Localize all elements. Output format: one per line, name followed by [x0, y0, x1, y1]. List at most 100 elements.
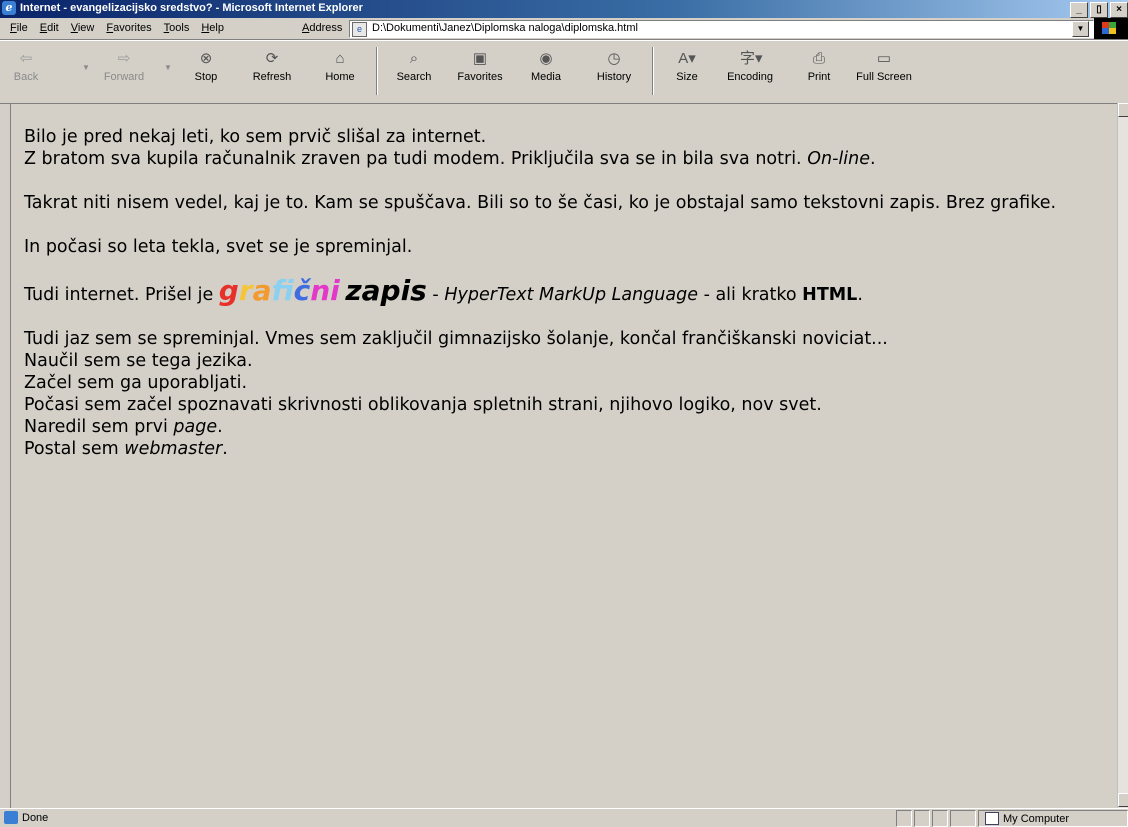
window-controls: _ ▯ ×	[1070, 2, 1128, 18]
favorites-button[interactable]: ▣ Favorites	[454, 49, 506, 83]
history-label: History	[596, 71, 632, 83]
paragraph-1: Bilo je pred nekaj leti, ko sem prvič sl…	[24, 127, 876, 169]
home-button[interactable]: ⌂ Home	[320, 49, 360, 83]
close-button[interactable]: ×	[1110, 2, 1128, 18]
print-button[interactable]: ⎙ Print	[804, 49, 834, 83]
minimize-button[interactable]: _	[1070, 2, 1088, 18]
stop-icon: ⊗	[199, 50, 213, 67]
graficni-letter: g	[218, 274, 239, 307]
html-strong: HTML	[802, 285, 858, 305]
text-segment: Tudi internet. Prišel je	[24, 285, 214, 305]
graficni-letter: r	[238, 274, 253, 307]
text-size-icon: A▾	[678, 50, 696, 67]
scroll-up-arrow-icon[interactable]	[1118, 103, 1128, 117]
media-label: Media	[531, 71, 561, 83]
page-icon: e	[352, 22, 367, 37]
graficni-letter: f	[271, 274, 294, 307]
fullscreen-icon: ▭	[876, 50, 892, 67]
graficni-letter: n	[310, 274, 331, 307]
toolbar-separator	[376, 47, 378, 95]
home-icon: ⌂	[335, 50, 345, 67]
graficni-word: grafični	[219, 274, 340, 307]
hypertext-emphasis: HyperText MarkUp Language	[444, 285, 698, 305]
graficni-letter: č	[293, 274, 311, 307]
stop-button[interactable]: ⊗ Stop	[188, 49, 224, 83]
print-icon: ⎙	[812, 50, 825, 67]
home-label: Home	[325, 71, 355, 83]
webmaster-emphasis: webmaster	[124, 439, 223, 459]
page-emphasis: page	[173, 417, 218, 437]
size-label: Size	[676, 71, 698, 83]
favorites-label: Favorites	[457, 71, 503, 83]
encoding-button[interactable]: 字▾ Encoding	[722, 49, 778, 83]
toolbar-separator	[652, 47, 654, 95]
menu-edit[interactable]: Edit	[34, 22, 65, 34]
status-pane	[950, 810, 976, 827]
page-content[interactable]: Bilo je pred nekaj leti, ko sem prvič sl…	[10, 103, 1118, 809]
history-icon: ◷	[607, 50, 621, 67]
text-line: Tudi jaz sem se spreminjal. Vmes sem zak…	[24, 329, 888, 349]
address-dropdown-button[interactable]: ▼	[1072, 21, 1089, 37]
paragraph-3: In počasi so leta tekla, svet se je spre…	[24, 237, 413, 257]
paragraph-5: Tudi jaz sem se spreminjal. Vmes sem zak…	[24, 329, 888, 459]
online-emphasis: On-line	[807, 149, 870, 169]
back-dropdown-icon[interactable]: ▼	[82, 63, 90, 72]
zapis-word: zapis	[345, 274, 427, 307]
title-bar[interactable]: e Internet - evangelizacijsko sredstvo? …	[0, 0, 1128, 18]
menu-help[interactable]: Help	[195, 22, 230, 34]
window-title: Internet - evangelizacijsko sredstvo? - …	[20, 2, 363, 14]
maximize-button[interactable]: ▯	[1090, 2, 1108, 18]
favorites-icon: ▣	[472, 50, 488, 67]
windows-logo-icon	[1094, 18, 1128, 39]
forward-label: Forward	[103, 71, 145, 83]
my-computer-icon	[985, 812, 999, 825]
forward-button[interactable]: ⇨ Forward	[98, 49, 150, 83]
media-button[interactable]: ◉ Media	[528, 49, 564, 83]
back-arrow-icon: ⇦	[19, 50, 33, 67]
graficni-letter: i	[330, 274, 340, 307]
status-text: Done	[22, 812, 49, 824]
print-label: Print	[807, 71, 831, 83]
address-field[interactable]: e D:\Dokumenti\Janez\Diplomska naloga\di…	[349, 20, 1094, 38]
refresh-label: Refresh	[252, 71, 292, 83]
article-text: Bilo je pred nekaj leti, ko sem prvič sl…	[24, 126, 1114, 482]
back-label: Back	[13, 71, 39, 83]
menu-favorites[interactable]: Favorites	[100, 22, 157, 34]
back-button[interactable]: ⇦ Back	[6, 49, 46, 83]
text-segment: - ali kratko	[703, 285, 797, 305]
size-button[interactable]: A▾ Size	[670, 49, 704, 83]
stop-label: Stop	[194, 71, 218, 83]
vertical-scrollbar[interactable]	[1117, 103, 1128, 808]
forward-dropdown-icon[interactable]: ▼	[164, 63, 172, 72]
status-bar: Done My Computer	[0, 808, 1128, 827]
security-zone[interactable]: My Computer	[978, 810, 1128, 827]
text-line: Naučil sem se tega jezika.	[24, 351, 253, 371]
search-icon: ⌕	[409, 50, 419, 67]
menu-view[interactable]: View	[65, 22, 101, 34]
status-pane	[896, 810, 912, 827]
paragraph-4: Tudi internet. Prišel je grafični zapis …	[24, 274, 863, 307]
text-line: Postal sem	[24, 439, 119, 459]
address-label: Address	[302, 22, 343, 34]
refresh-icon: ⟳	[265, 50, 279, 67]
menu-items: File Edit View Favorites Tools Help	[4, 22, 230, 34]
zone-label: My Computer	[1003, 813, 1070, 825]
menu-file[interactable]: File	[4, 22, 34, 34]
history-button[interactable]: ◷ History	[592, 49, 636, 83]
fullscreen-button[interactable]: ▭ Full Screen	[852, 49, 916, 83]
media-icon: ◉	[539, 50, 553, 67]
address-value[interactable]: D:\Dokumenti\Janez\Diplomska naloga\dipl…	[372, 22, 638, 34]
scroll-down-arrow-icon[interactable]	[1118, 793, 1128, 807]
text-line: Bilo je pred nekaj leti, ko sem prvič sl…	[24, 127, 487, 147]
refresh-button[interactable]: ⟳ Refresh	[248, 49, 296, 83]
graficni-letter: a	[252, 274, 272, 307]
text-segment: -	[432, 285, 439, 305]
ie-logo-icon: e	[2, 1, 16, 15]
encoding-icon: 字▾	[740, 50, 763, 67]
text-line: Začel sem ga uporabljati.	[24, 373, 248, 393]
menu-tools[interactable]: Tools	[158, 22, 196, 34]
fullscreen-label: Full Screen	[856, 71, 912, 83]
search-button[interactable]: ⌕ Search	[392, 49, 436, 83]
encoding-label: Encoding	[727, 71, 773, 83]
forward-arrow-icon: ⇨	[117, 50, 131, 67]
